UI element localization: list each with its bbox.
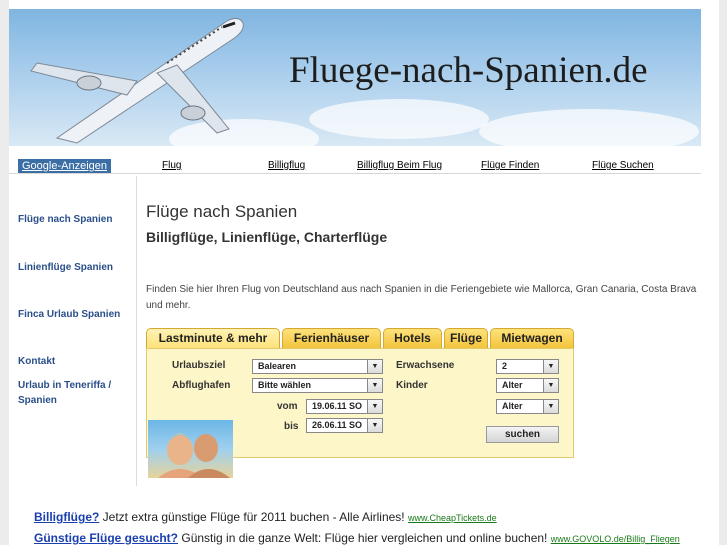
top-navigation: Google-Anzeigen Flug Billigflug Billigfl… (9, 158, 701, 174)
tab-lastminute[interactable]: Lastminute & mehr (146, 328, 280, 348)
sidebar: Flüge nach Spanien Linienflüge Spanien F… (9, 176, 137, 486)
chevron-down-icon: ▼ (543, 400, 558, 413)
kinder-label: Kinder (396, 380, 428, 391)
travel-search-widget: Lastminute & mehr Ferienhäuser Hotels Fl… (146, 328, 574, 478)
widget-tabs: Lastminute & mehr Ferienhäuser Hotels Fl… (146, 328, 574, 348)
topnav-link-fluege-finden[interactable]: Flüge Finden (481, 160, 539, 171)
sidebar-item-finca-urlaub-spanien[interactable]: Finca Urlaub Spanien (18, 307, 120, 322)
topnav-link-billigflug-beim-flug[interactable]: Billigflug Beim Flug (357, 160, 442, 171)
urlaubsziel-select[interactable]: Balearen ▼ (252, 359, 383, 374)
airplane-image (30, 17, 244, 144)
chevron-down-icon: ▼ (367, 379, 382, 392)
topnav-link-billigflug[interactable]: Billigflug (268, 160, 305, 171)
bis-date-select[interactable]: 26.06.11 SO ▼ (306, 418, 383, 433)
widget-panel: Urlaubsziel Balearen ▼ Abflughafen Bitte… (146, 348, 574, 478)
sidebar-item-kontakt[interactable]: Kontakt (18, 354, 55, 369)
vom-date-select[interactable]: 19.06.11 SO ▼ (306, 399, 383, 414)
tab-hotels[interactable]: Hotels (383, 328, 442, 348)
vom-value: 19.06.11 SO (312, 401, 363, 411)
kinder-age-select-1[interactable]: Alter ▼ (496, 378, 559, 393)
chevron-down-icon: ▼ (367, 419, 382, 432)
site-title: Fluege-nach-Spanien.de (289, 50, 648, 91)
header-banner: Fluege-nach-Spanien.de (9, 9, 701, 146)
erwachsene-value: 2 (502, 361, 508, 371)
google-ads-label[interactable]: Google-Anzeigen (18, 159, 112, 173)
bis-value: 26.06.11 SO (312, 420, 363, 430)
cloud-shape (479, 109, 699, 146)
kinder-age-select-2[interactable]: Alter ▼ (496, 399, 559, 414)
ad-title-link[interactable]: Billigflüge? (34, 510, 99, 524)
erwachsene-label: Erwachsene (396, 360, 455, 371)
tab-fluege[interactable]: Flüge (444, 328, 488, 348)
kinder-value-2: Alter (502, 401, 523, 411)
beach-couple-image (148, 420, 233, 478)
topnav-link-flug[interactable]: Flug (162, 160, 181, 171)
abflughafen-label: Abflughafen (172, 380, 231, 391)
ad-text: Günstig in die ganze Welt: Flüge hier ve… (181, 531, 548, 545)
cloud-shape (309, 99, 489, 139)
sidebar-item-linienfluege-spanien[interactable]: Linienflüge Spanien (18, 260, 113, 275)
search-button[interactable]: suchen (486, 426, 559, 443)
chevron-down-icon: ▼ (367, 400, 382, 413)
ad-title-link[interactable]: Günstige Flüge gesucht? (34, 531, 178, 545)
chevron-down-icon: ▼ (367, 360, 382, 373)
urlaubsziel-label: Urlaubsziel (172, 360, 226, 371)
erwachsene-select[interactable]: 2 ▼ (496, 359, 559, 374)
ad-text: Jetzt extra günstige Flüge für 2011 buch… (102, 510, 405, 524)
chevron-down-icon: ▼ (543, 379, 558, 392)
tab-mietwagen[interactable]: Mietwagen (490, 328, 574, 348)
ad-url-link[interactable]: www.CheapTickets.de (408, 513, 497, 523)
bis-label: bis (284, 421, 299, 432)
tab-ferienhaeuser[interactable]: Ferienhäuser (282, 328, 381, 348)
page-subtitle: Billigflüge, Linienflüge, Charterflüge (146, 229, 388, 245)
intro-text: Finden Sie hier Ihren Flug von Deutschla… (146, 284, 697, 311)
sidebar-item-fluege-nach-spanien[interactable]: Flüge nach Spanien (18, 212, 112, 227)
ad-url-link[interactable]: www.GOVOLO.de/Billig_Fliegen (551, 534, 680, 544)
vom-label: vom (277, 401, 298, 412)
ad-line-2: Günstige Flüge gesucht? Günstig in die g… (34, 531, 680, 545)
topnav-link-fluege-suchen[interactable]: Flüge Suchen (592, 160, 654, 171)
chevron-down-icon: ▼ (543, 360, 558, 373)
abflughafen-value: Bitte wählen (258, 380, 312, 390)
urlaubsziel-value: Balearen (258, 361, 297, 371)
abflughafen-select[interactable]: Bitte wählen ▼ (252, 378, 383, 393)
ad-line-1: Billigflüge? Jetzt extra günstige Flüge … (34, 510, 497, 524)
sidebar-item-urlaub-teneriffa[interactable]: Urlaub in Teneriffa / Spanien (18, 378, 128, 408)
page-title: Flüge nach Spanien (146, 202, 298, 221)
kinder-value-1: Alter (502, 380, 523, 390)
